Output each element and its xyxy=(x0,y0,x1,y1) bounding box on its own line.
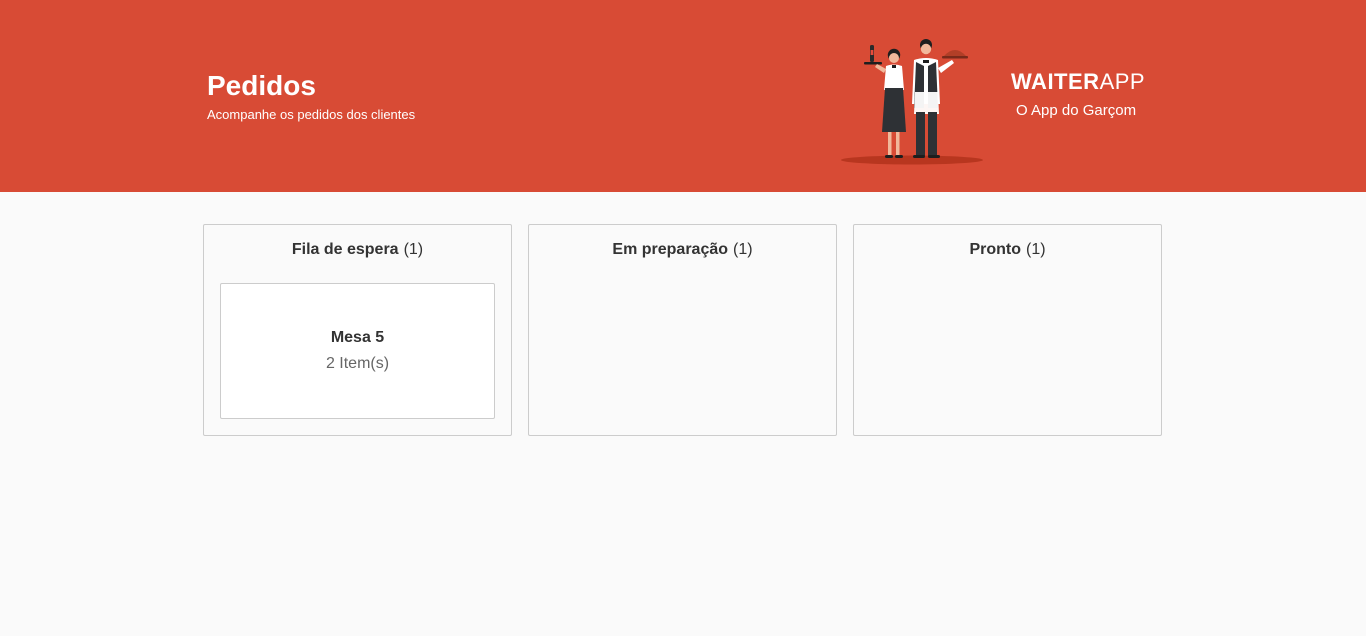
column-in-preparation: Em preparação (1) xyxy=(528,224,837,436)
brand-logo-strong: WAITER xyxy=(1011,69,1100,94)
column-title: Em preparação xyxy=(612,241,729,258)
column-count: (1) xyxy=(403,241,424,258)
column-waiting: Fila de espera (1) Mesa 5 2 Item(s) xyxy=(203,224,512,436)
column-count: (1) xyxy=(733,241,753,258)
page-title: Pedidos xyxy=(207,70,316,101)
brand: WAITERAPP O App do Garçom xyxy=(1011,68,1153,120)
column-header: Pronto (1) xyxy=(870,241,1145,259)
order-items-count: 2 Item(s) xyxy=(325,355,390,372)
orders-board: Fila de espera (1) Mesa 5 2 Item(s) Em pr… xyxy=(203,224,1163,436)
brand-logo: WAITERAPP xyxy=(1011,68,1153,96)
column-title: Pronto xyxy=(969,241,1021,258)
column-count: (1) xyxy=(1025,241,1046,258)
brand-logo-light: APP xyxy=(1099,69,1146,94)
column-title: Fila de espera xyxy=(291,241,399,258)
page-subtitle: Acompanhe os pedidos dos clientes xyxy=(207,107,416,122)
order-card[interactable]: Mesa 5 2 Item(s) xyxy=(220,283,495,419)
waiters-illustration xyxy=(841,39,983,165)
column-header: Em preparação (1) xyxy=(545,241,820,259)
column-ready: Pronto (1) xyxy=(853,224,1162,436)
column-header: Fila de espera (1) xyxy=(220,241,495,259)
page-header: Pedidos Acompanhe os pedidos dos cliente… xyxy=(0,0,1366,192)
brand-tagline: O App do Garçom xyxy=(1016,102,1137,119)
order-table-label: Mesa 5 xyxy=(330,329,385,346)
